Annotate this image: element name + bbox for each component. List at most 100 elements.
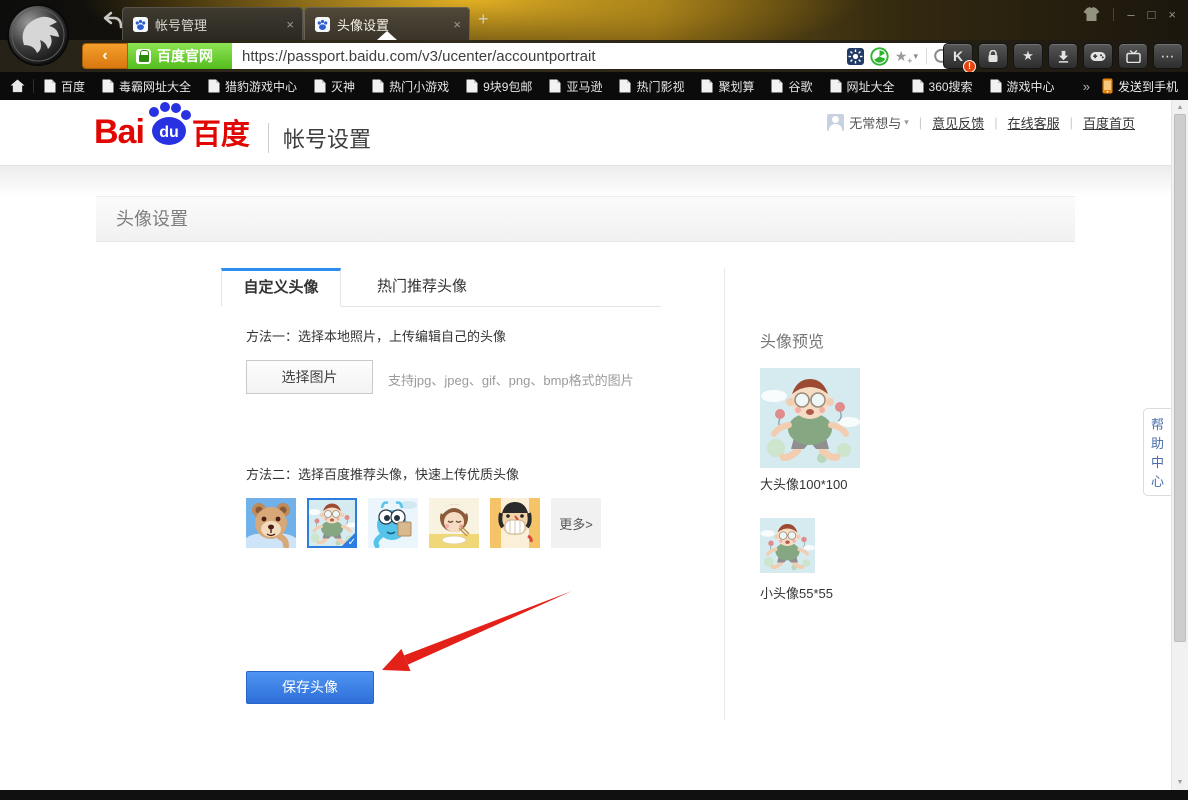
tab-custom-portrait[interactable]: 自定义头像 [221,268,341,307]
bookmark-item[interactable]: 热门小游戏 [372,78,449,95]
video-button[interactable] [1118,43,1148,69]
scroll-down-arrow[interactable]: ▼ [1172,779,1188,786]
privacy-lock-button[interactable] [978,43,1008,69]
undo-arrow-icon [102,10,124,30]
bookmark-item[interactable]: 热门影视 [619,78,684,95]
fish-avatar-image [368,498,418,548]
feedback-link[interactable]: 意见反馈 [932,113,984,132]
format-hint-text: 支持jpg、jpeg、gif、png、bmp格式的图片 [388,370,634,389]
browser-titlebar: 帐号管理 × 头像设置 × + – □ × [0,0,1188,40]
minimize-button[interactable]: – [1127,8,1134,22]
help-center-label: 帮助中心 [1151,415,1165,491]
bookmark-item[interactable]: 毒霸网址大全 [102,78,191,95]
tab-label: 帐号管理 [155,15,260,34]
avatar-thumb-girl[interactable] [429,498,479,548]
bookmark-item[interactable]: 谷歌 [771,78,812,95]
downloads-button[interactable] [1048,43,1078,69]
user-caret-icon[interactable]: ▾ [904,117,909,128]
preview-small-avatar [760,518,815,573]
bookmark-item[interactable]: 灭神 [314,78,355,95]
bookmark-item[interactable]: 网址大全 [830,78,895,95]
bookmark-item[interactable]: 百度 [44,78,85,95]
page-scrollbar[interactable]: ▲ ▼ [1171,100,1188,790]
portrait-settings-panel: 头像设置 自定义头像 热门推荐头像 方法一：选择本地照片，上传编辑自己的头像 选… [96,196,1075,788]
bookmarks-bar: 百度 毒霸网址大全 猎豹游戏中心 灭神 热门小游戏 9块9包邮 亚马逊 热门影视… [0,72,1188,100]
more-dots-icon: ⋯ [1161,48,1176,65]
bear-avatar-image [246,498,296,548]
online-service-link[interactable]: 在线客服 [1008,113,1060,132]
baidu-home-link[interactable]: 百度首页 [1083,113,1135,132]
url-text[interactable]: https://passport.baidu.com/v3/ucenter/ac… [242,48,841,65]
avatar-thumb-guy-selected[interactable]: ✓ [307,498,357,548]
recommended-avatars: ✓ 更多> [246,498,601,548]
phone-icon [1102,78,1113,94]
preview-large-label: 大头像100*100 [760,474,847,493]
site-verification-badge[interactable]: 百度官网 [128,43,232,69]
safety-wheel-icon[interactable] [870,47,889,66]
address-bar: ‹ 百度官网 https://passport.baidu.com/v3/uce… [0,40,1188,72]
help-center-tab[interactable]: 帮助中心 [1143,408,1171,496]
check-icon: ✓ [348,537,356,548]
choose-image-button[interactable]: 选择图片 [246,360,373,394]
reopen-tab-button[interactable] [102,10,124,30]
portrait-tabs: 自定义头像 热门推荐头像 [221,268,661,307]
baidu-paw-icon: du [142,100,194,150]
baidu-logo[interactable]: Bai du 百度 [94,111,250,153]
close-button[interactable]: × [1168,8,1176,22]
bookmarks-divider [33,79,34,93]
avatar-thumb-bigmouth[interactable] [490,498,540,548]
home-icon[interactable] [10,79,25,93]
avatar-thumb-bear[interactable] [246,498,296,548]
more-avatars-button[interactable]: 更多> [551,498,601,548]
night-mode-icon[interactable] [847,48,864,65]
girl-avatar-image [429,498,479,548]
bookmark-item[interactable]: 亚马逊 [549,78,602,95]
k-glyph: K [953,48,963,64]
guy-avatar-image [760,518,815,573]
user-avatar-icon[interactable] [827,114,844,131]
kingsoft-button[interactable]: K ! [943,43,973,69]
back-button[interactable]: ‹ [82,43,128,69]
baidu-favicon [133,17,148,32]
bookmark-item[interactable]: 9块9包邮 [466,78,532,95]
window-controls: – □ × [1083,7,1176,22]
tab-close-icon[interactable]: × [286,17,294,32]
page-icon [830,79,842,93]
page-icon [102,79,114,93]
panel-body: 自定义头像 热门推荐头像 方法一：选择本地照片，上传编辑自己的头像 选择图片 支… [96,242,1075,788]
username-link[interactable]: 无常想与 [849,113,901,132]
menu-button[interactable]: ⋯ [1153,43,1183,69]
skin-theme-icon[interactable] [1083,7,1100,22]
header-divider [268,123,269,153]
link-separator: | [994,115,997,130]
add-favorite-icon[interactable]: ★ + [895,48,908,65]
bookmark-item[interactable]: 360搜索 [912,78,973,95]
tab-close-icon[interactable]: × [453,17,461,32]
bookmark-item[interactable]: 猎豹游戏中心 [208,78,297,95]
bigmouth-avatar-image [490,498,540,548]
svg-text:du: du [159,124,179,141]
new-tab-button[interactable]: + [478,10,489,28]
field-divider [926,48,927,64]
bookmark-item[interactable]: 游戏中心 [990,78,1055,95]
page-icon [990,79,1002,93]
games-button[interactable] [1083,43,1113,69]
tab-account-management[interactable]: 帐号管理 × [122,7,303,40]
tab-hot-recommended[interactable]: 热门推荐头像 [341,268,503,307]
maximize-button[interactable]: □ [1148,8,1156,22]
window-controls-divider [1113,8,1114,21]
avatar-thumb-fish[interactable] [368,498,418,548]
browser-logo[interactable] [6,3,70,67]
save-portrait-button[interactable]: 保存头像 [246,671,374,704]
bottom-strip [0,790,1188,800]
url-field[interactable]: https://passport.baidu.com/v3/ucenter/ac… [232,43,956,69]
bookmarks-overflow-chevron[interactable]: » [1083,79,1090,94]
ssl-lock-icon [136,49,151,64]
bookmark-item[interactable]: 聚划算 [701,78,754,95]
scrollbar-thumb[interactable] [1174,114,1186,642]
favorite-dropdown-icon[interactable]: ▾ [913,51,918,62]
send-to-phone-button[interactable]: 发送到手机 [1102,78,1178,95]
page-icon [208,79,220,93]
favorites-button[interactable]: ★ [1013,43,1043,69]
scroll-up-arrow[interactable]: ▲ [1172,104,1188,111]
